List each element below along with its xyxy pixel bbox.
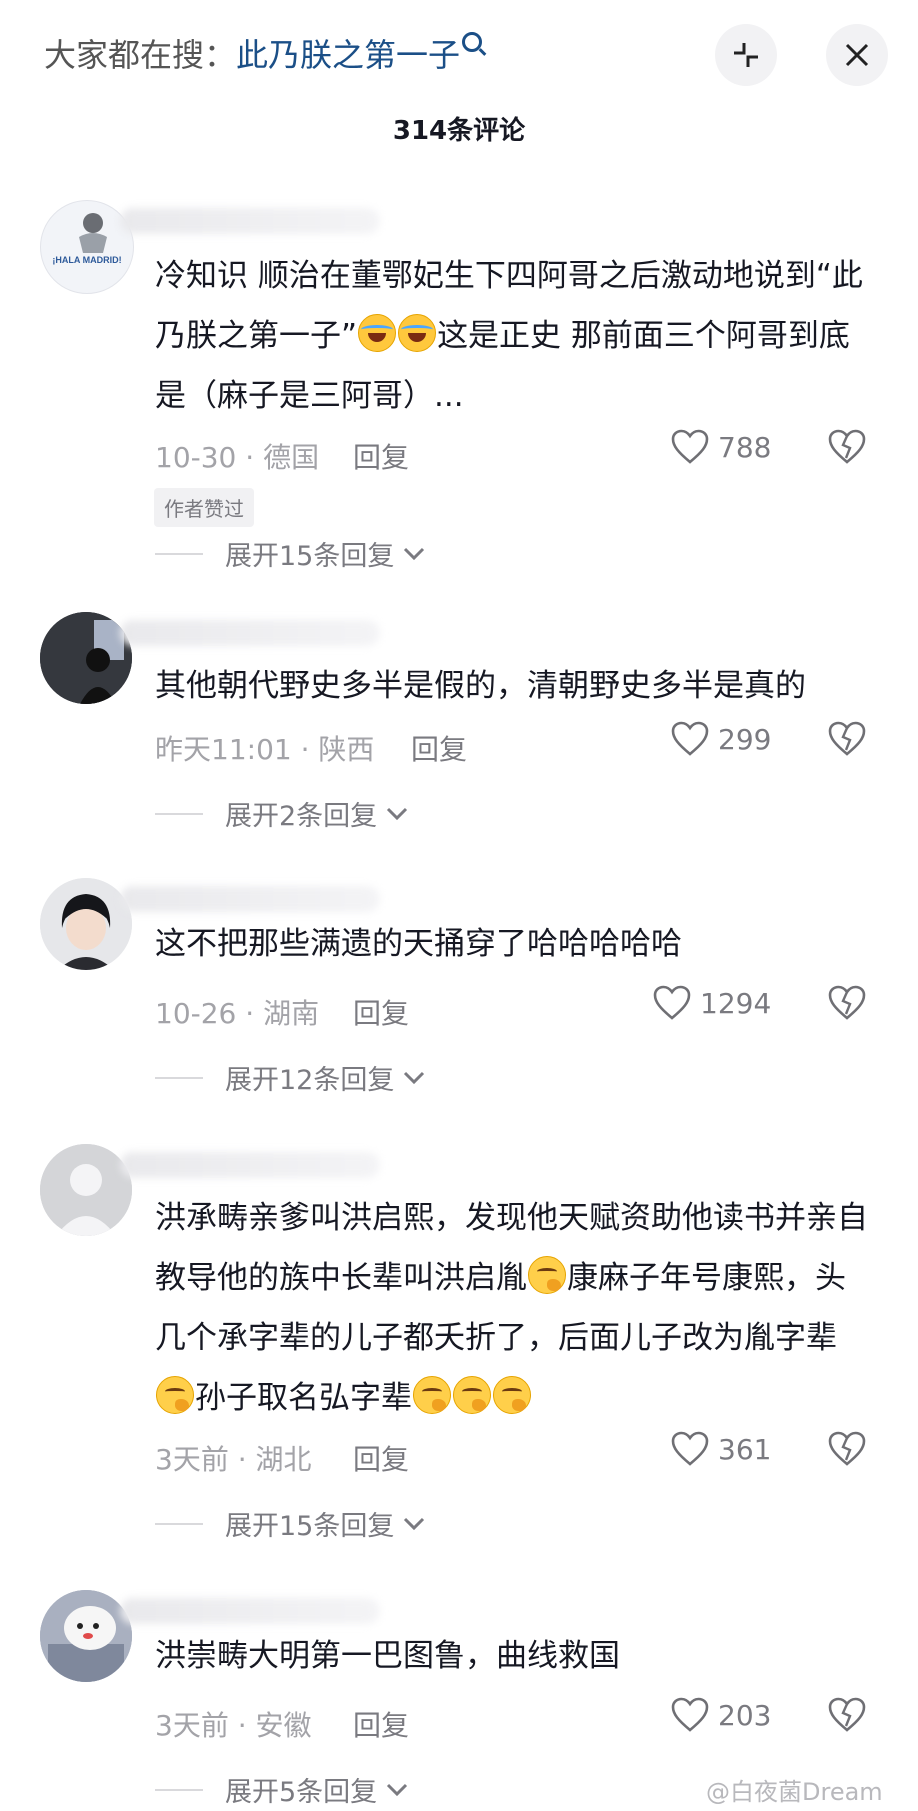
avatar-logo-text: ¡HALA MADRID! xyxy=(52,255,121,265)
dislike-button[interactable] xyxy=(827,984,867,1026)
reply-button[interactable]: 回复 xyxy=(353,436,409,476)
comment-text: 冷知识 顺治在董鄂妃生下四阿哥之后激动地说到“此乃朕之第一子” 这是正史 那前面三… xyxy=(155,258,863,414)
divider xyxy=(155,812,203,815)
like-count: 203 xyxy=(718,1698,772,1732)
heart-icon xyxy=(671,721,709,756)
like-button[interactable]: 788 xyxy=(670,428,771,466)
username[interactable] xyxy=(120,886,380,912)
chevron-down-icon xyxy=(404,1517,425,1530)
like-button[interactable]: 203 xyxy=(670,1696,771,1734)
like-count: 788 xyxy=(718,430,772,464)
chevron-down-icon xyxy=(387,1783,408,1796)
like-button[interactable]: 299 xyxy=(670,720,771,758)
reply-button[interactable]: 回复 xyxy=(411,728,467,768)
expand-replies-button[interactable]: 展开12条回复 xyxy=(155,1058,428,1097)
close-button[interactable] xyxy=(826,24,888,86)
expand-replies-button[interactable]: 展开15条回复 xyxy=(155,534,428,573)
divider xyxy=(155,1788,203,1791)
thinking-emoji-icon xyxy=(413,1376,451,1414)
thinking-emoji-icon xyxy=(493,1376,531,1414)
divider xyxy=(155,1522,203,1525)
thinking-emoji-icon xyxy=(156,1376,194,1414)
comment-meta: 昨天11:01 · 陕西 xyxy=(155,733,375,766)
dislike-button[interactable] xyxy=(827,1430,867,1472)
reply-button[interactable]: 回复 xyxy=(353,1438,409,1478)
username[interactable] xyxy=(120,208,380,234)
reply-button[interactable]: 回复 xyxy=(353,1704,409,1744)
search-term-link[interactable]: 此乃朕之第一子 xyxy=(236,36,460,74)
like-button[interactable]: 361 xyxy=(670,1430,771,1468)
broken-heart-icon xyxy=(828,721,866,756)
thinking-emoji-icon xyxy=(453,1376,491,1414)
chevron-down-icon xyxy=(387,807,408,820)
avatar[interactable] xyxy=(40,878,132,970)
comment-text: 其他朝代野史多半是假的，清朝野史多半是真的 xyxy=(155,668,806,704)
collapse-button[interactable] xyxy=(715,24,777,86)
dislike-button[interactable] xyxy=(827,428,867,470)
collapse-icon xyxy=(734,43,758,67)
divider xyxy=(155,552,203,555)
comment-meta: 10-26 · 湖南 xyxy=(155,997,320,1030)
search-prefix: 大家都在搜： xyxy=(44,36,237,74)
avatar[interactable] xyxy=(40,612,132,704)
comment-meta: 3天前 · 安徽 xyxy=(155,1709,312,1742)
username[interactable] xyxy=(120,1152,380,1178)
broken-heart-icon xyxy=(828,985,866,1020)
broken-heart-icon xyxy=(828,1697,866,1732)
comment-text: 洪崇畴大明第一巴图鲁，曲线救国 xyxy=(155,1638,620,1674)
reply-button[interactable]: 回复 xyxy=(353,992,409,1032)
search-suggestion[interactable]: 大家都在搜：此乃朕之第一子 xyxy=(44,30,483,76)
top-bar: 大家都在搜：此乃朕之第一子 xyxy=(0,0,918,108)
close-icon xyxy=(845,43,869,67)
like-button[interactable]: 1294 xyxy=(652,984,771,1022)
like-count: 361 xyxy=(718,1432,772,1466)
heart-icon xyxy=(671,1697,709,1732)
chevron-down-icon xyxy=(404,547,425,560)
username[interactable] xyxy=(120,1598,380,1624)
heart-icon xyxy=(671,429,709,464)
like-count: 299 xyxy=(718,722,772,756)
search-icon xyxy=(462,32,483,52)
divider xyxy=(155,1076,203,1079)
expand-replies-button[interactable]: 展开2条回复 xyxy=(155,794,411,833)
comment-text: 这不把那些满遗的天捅穿了哈哈哈哈哈 xyxy=(155,926,682,962)
dislike-button[interactable] xyxy=(827,720,867,762)
comment-meta: 3天前 · 湖北 xyxy=(155,1443,312,1476)
expand-replies-button[interactable]: 展开15条回复 xyxy=(155,1504,428,1543)
username[interactable] xyxy=(120,620,380,646)
avatar[interactable] xyxy=(40,1144,132,1236)
chevron-down-icon xyxy=(404,1071,425,1084)
avatar[interactable] xyxy=(40,1590,132,1682)
broken-heart-icon xyxy=(828,1431,866,1466)
heart-icon xyxy=(653,985,691,1020)
laugh-cry-emoji-icon xyxy=(358,314,397,352)
comment-text: 洪承畴亲爹叫洪启熙，发现他天赋资助他读书并亲自教导他的族中长辈叫洪启胤 康麻子年号… xyxy=(155,1200,868,1416)
default-user-icon xyxy=(40,1144,132,1236)
dislike-button[interactable] xyxy=(827,1696,867,1738)
author-liked-badge: 作者赞过 xyxy=(154,488,254,527)
comment-meta: 10-30 · 德国 xyxy=(155,441,320,474)
watermark: @白夜菌Dream xyxy=(706,1778,883,1806)
thinking-emoji-icon xyxy=(528,1256,566,1294)
comment-count-title: 314条评论 xyxy=(392,116,526,146)
heart-icon xyxy=(671,1431,709,1466)
like-count: 1294 xyxy=(700,986,772,1020)
avatar[interactable]: ¡HALA MADRID! xyxy=(40,200,134,294)
laugh-cry-emoji-icon xyxy=(398,314,437,352)
broken-heart-icon xyxy=(828,429,866,464)
expand-replies-button[interactable]: 展开5条回复 xyxy=(155,1770,411,1809)
